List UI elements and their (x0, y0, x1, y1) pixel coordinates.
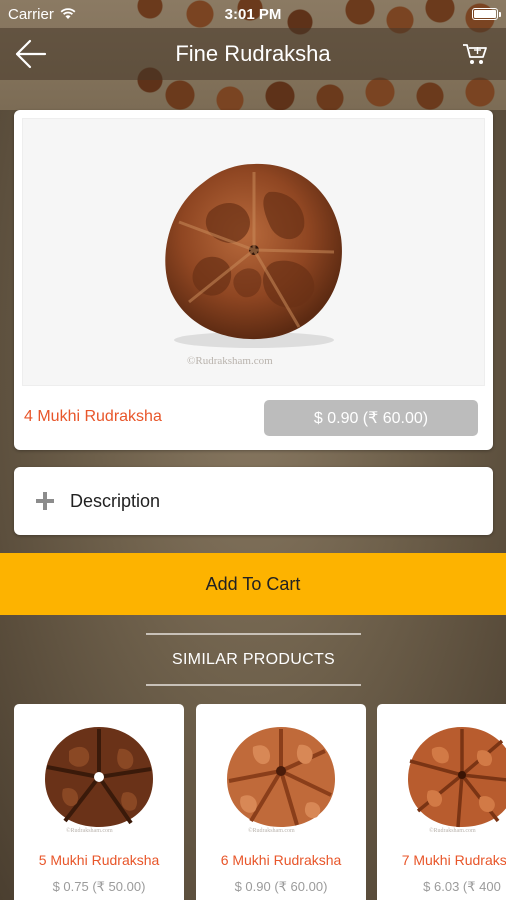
product-thumbnail (29, 712, 169, 840)
rudraksha-bead-image (164, 163, 342, 348)
price-button[interactable]: $ 0.90 (₹ 60.00) (264, 400, 478, 436)
rudraksha-bead-image (45, 727, 153, 827)
description-label: Description (70, 490, 161, 511)
similar-product-price: $ 0.90 (₹ 60.00) (234, 879, 328, 894)
product-image: ©Rudraksham.com (22, 118, 485, 386)
status-bar: Carrier 3:01 PM (0, 0, 506, 28)
product-card: ©Rudraksham.com 4 Mukhi Rudraksha $ 0.90… (14, 110, 493, 450)
image-watermark: ©Rudraksham.com (187, 355, 273, 367)
cart-icon[interactable] (462, 42, 488, 66)
similar-product-card[interactable]: ©Rudraksham.com 6 Mukhi Rudraksha $ 0.90… (196, 704, 366, 900)
page-title: Fine Rudraksha (175, 41, 331, 66)
similar-products-list[interactable]: ©Rudraksham.com 5 Mukhi Rudraksha $ 0.75… (14, 704, 506, 900)
similar-product-price: $ 0.75 (₹ 50.00) (52, 879, 146, 894)
similar-product-card[interactable]: ©Rudraksham.com 5 Mukhi Rudraksha $ 0.75… (14, 704, 184, 900)
product-name: 4 Mukhi Rudraksha (24, 408, 162, 425)
battery-icon (472, 8, 501, 20)
back-arrow-icon[interactable] (14, 38, 48, 70)
similar-product-name: 6 Mukhi Rudraksha (220, 852, 342, 868)
carrier-label: Carrier (8, 5, 54, 23)
plus-icon (36, 492, 54, 510)
similar-product-card[interactable]: ©Rudraksham.com 7 Mukhi Rudraksha $ 6.03… (377, 704, 506, 900)
product-thumbnail (211, 712, 351, 840)
add-to-cart-button[interactable]: Add To Cart (0, 553, 506, 615)
rudraksha-bead-image (227, 727, 335, 827)
product-thumbnail (392, 712, 506, 840)
status-left: Carrier (8, 6, 76, 23)
thumbnail-watermark: ©Rudraksham.com (66, 828, 113, 834)
status-time: 3:01 PM (224, 5, 282, 23)
thumbnail-watermark: ©Rudraksham.com (429, 828, 476, 834)
similar-products-heading: SIMILAR PRODUCTS (146, 633, 361, 686)
description-toggle[interactable]: Description (14, 467, 493, 535)
thumbnail-watermark: ©Rudraksham.com (248, 828, 295, 834)
similar-product-name: 7 Mukhi Rudraksha (401, 852, 506, 868)
nav-bar: Fine Rudraksha (0, 28, 506, 80)
similar-product-name: 5 Mukhi Rudraksha (38, 852, 160, 868)
rudraksha-bead-image (408, 727, 506, 828)
similar-product-price: $ 6.03 (₹ 400 (423, 879, 501, 894)
wifi-icon (60, 8, 76, 19)
